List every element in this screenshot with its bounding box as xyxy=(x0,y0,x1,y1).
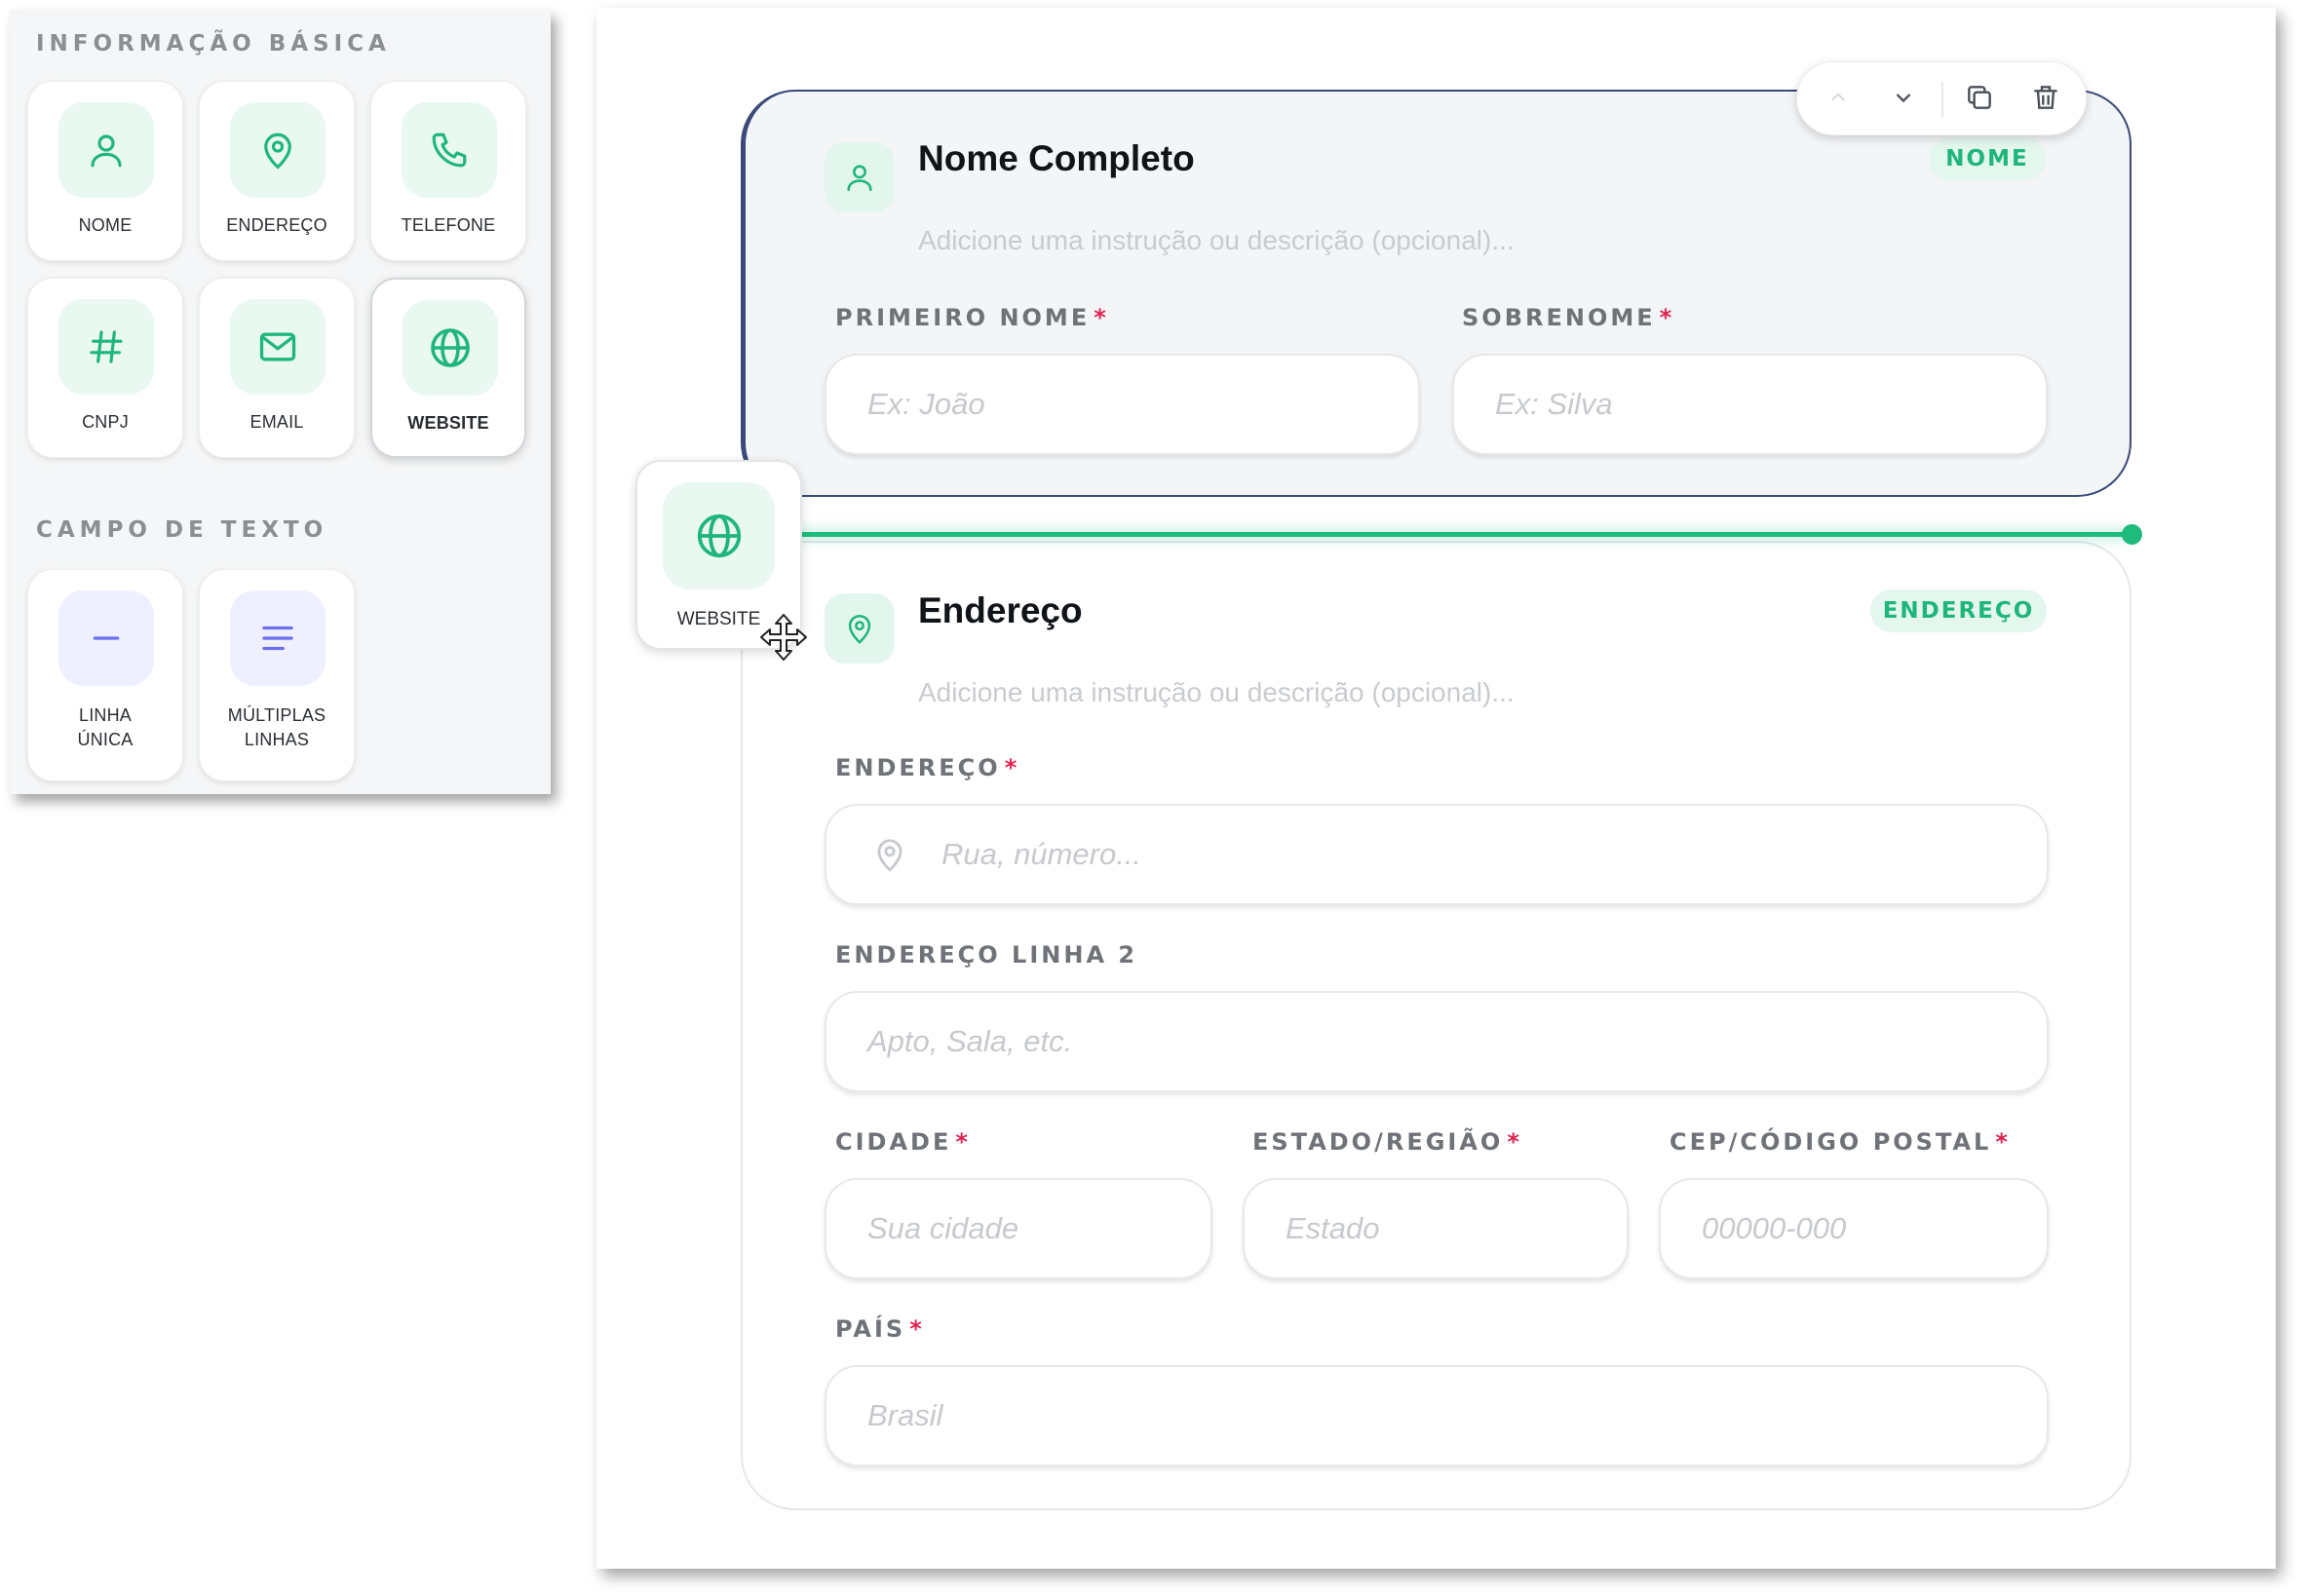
palette-item-linha-unica[interactable]: LINHA ÚNICA xyxy=(27,569,183,781)
palette-item-label: ENDEREÇO xyxy=(226,215,327,235)
state-label: ESTADO/REGIÃO * xyxy=(1252,1128,1519,1156)
palette-item-multiplas-linhas[interactable]: MÚLTIPLAS LINHAS xyxy=(199,569,355,781)
country-label: PAÍS * xyxy=(835,1315,922,1343)
user-icon xyxy=(825,142,895,212)
trash-icon xyxy=(2030,82,2061,118)
palette-item-label: LINHA ÚNICA xyxy=(77,705,134,749)
country-field[interactable]: Brasil xyxy=(825,1365,2049,1466)
palette-item-website[interactable]: WEBSITE xyxy=(370,278,526,458)
align-left-icon xyxy=(230,590,326,686)
address-field[interactable]: Rua, número... xyxy=(825,804,2049,905)
city-field[interactable]: Sua cidade xyxy=(825,1178,1212,1279)
last-name-label: SOBRENOME * xyxy=(1462,304,1672,331)
palette-item-label: TELEFONE xyxy=(401,215,496,235)
palette-item-email[interactable]: EMAIL xyxy=(199,278,355,458)
user-icon xyxy=(58,102,154,198)
first-name-label: PRIMEIRO NOME * xyxy=(835,304,1106,331)
description-input[interactable]: Adicione uma instrução ou descrição (opc… xyxy=(918,225,1515,256)
globe-icon xyxy=(663,482,775,589)
hash-icon xyxy=(58,299,154,395)
palette-item-nome[interactable]: NOME xyxy=(27,81,183,261)
card-toolbar xyxy=(1796,61,2087,135)
description-input[interactable]: Adicione uma instrução ou descrição (opc… xyxy=(918,677,1515,708)
address-line2-field[interactable]: Apto, Sala, etc. xyxy=(825,991,2049,1092)
last-name-field[interactable]: Ex: Silva xyxy=(1452,354,2048,455)
map-pin-icon xyxy=(825,593,895,664)
city-label: CIDADE * xyxy=(835,1128,968,1156)
toolbar-divider xyxy=(1941,82,1943,117)
form-builder: INFORMAÇÃO BÁSICA NOME ENDEREÇO TELEFONE xyxy=(0,0,2304,1596)
address-line2-label: ENDEREÇO LINHA 2 xyxy=(835,941,1138,969)
palette-item-label: WEBSITE xyxy=(407,413,489,433)
move-down-button[interactable] xyxy=(1884,80,1923,119)
palette-item-label: EMAIL xyxy=(250,412,304,432)
state-field[interactable]: Estado xyxy=(1243,1178,1629,1279)
map-pin-icon xyxy=(230,102,326,198)
palette-item-label: MÚLTIPLAS LINHAS xyxy=(227,705,326,749)
field-type-badge: NOME xyxy=(1929,137,2046,180)
address-label: ENDEREÇO * xyxy=(835,754,1018,781)
section-title-basic: INFORMAÇÃO BÁSICA xyxy=(36,31,391,57)
drop-indicator-line xyxy=(741,532,2131,537)
copy-icon xyxy=(1964,82,1995,118)
mail-icon xyxy=(230,299,326,395)
drop-indicator-dot xyxy=(2122,524,2142,545)
chevron-down-icon xyxy=(1890,84,1917,116)
duplicate-button[interactable] xyxy=(1960,80,1999,119)
palette-item-label: CNPJ xyxy=(82,412,129,432)
palette-item-endereco[interactable]: ENDEREÇO xyxy=(199,81,355,261)
field-type-badge: ENDEREÇO xyxy=(1870,589,2047,632)
card-title[interactable]: Endereço xyxy=(918,590,1083,631)
delete-button[interactable] xyxy=(2026,80,2065,119)
move-up-button[interactable] xyxy=(1819,80,1858,119)
chevron-up-icon xyxy=(1825,85,1851,115)
phone-icon xyxy=(402,102,497,198)
map-pin-icon xyxy=(871,835,908,879)
section-title-text: CAMPO DE TEXTO xyxy=(36,517,328,543)
palette-item-label: NOME xyxy=(78,215,133,235)
move-cursor-icon xyxy=(758,612,809,663)
palette-item-cnpj[interactable]: CNPJ xyxy=(27,278,183,458)
card-title[interactable]: Nome Completo xyxy=(918,138,1195,179)
palette-item-telefone[interactable]: TELEFONE xyxy=(370,81,526,261)
zip-label: CEP/CÓDIGO POSTAL * xyxy=(1670,1128,2008,1156)
first-name-field[interactable]: Ex: João xyxy=(825,354,1420,455)
globe-icon xyxy=(403,300,498,396)
minus-icon xyxy=(58,590,154,686)
zip-field[interactable]: 00000-000 xyxy=(1659,1178,2049,1279)
field-palette: INFORMAÇÃO BÁSICA NOME ENDEREÇO TELEFONE xyxy=(10,10,551,794)
